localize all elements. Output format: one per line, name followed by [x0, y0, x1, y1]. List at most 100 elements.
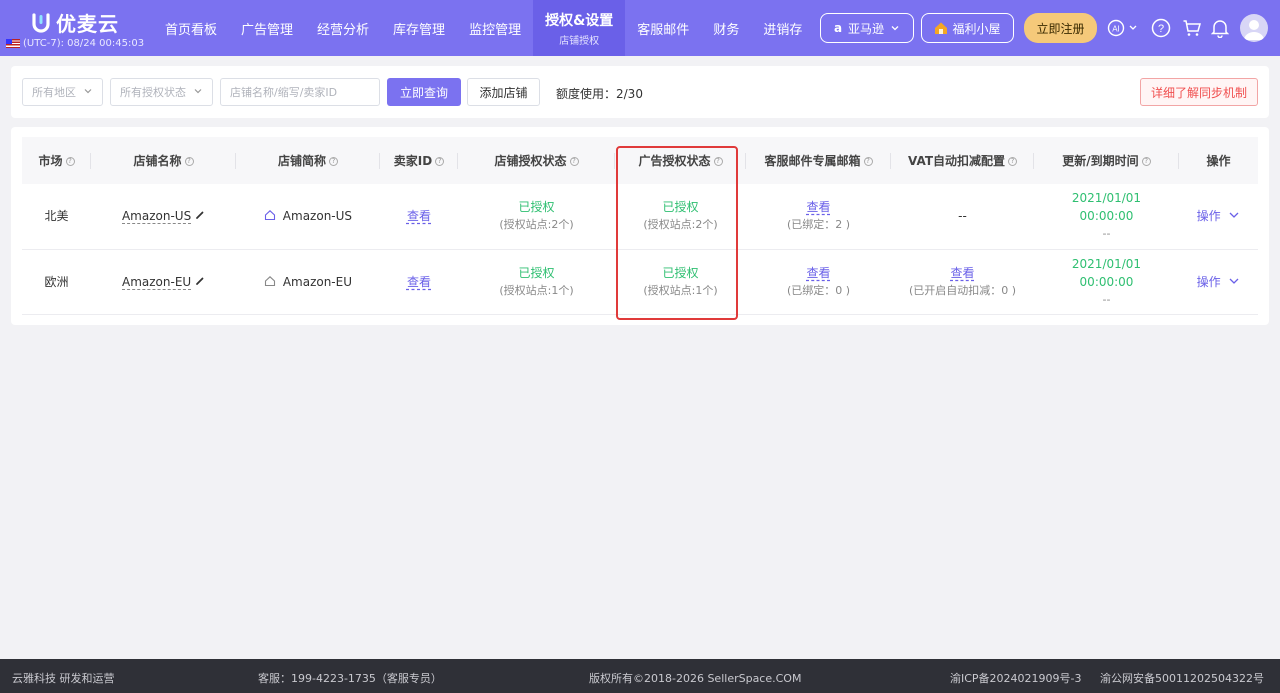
- update-time-cell: 2021/01/01 00:00:00 --: [1034, 249, 1179, 315]
- register-button[interactable]: 立即注册: [1024, 13, 1097, 43]
- column-header: 更新/到期时间?: [1034, 137, 1179, 184]
- help-icon[interactable]: ?: [435, 157, 445, 166]
- footer-icp-link[interactable]: 渝ICP备2024021909号-3: [950, 670, 1082, 686]
- nav-item-ads[interactable]: 广告管理: [229, 0, 305, 56]
- user-avatar[interactable]: [1240, 14, 1268, 42]
- view-seller-id-link[interactable]: 查看: [407, 275, 431, 289]
- column-header: 广告授权状态?: [615, 137, 746, 184]
- welfare-button[interactable]: 福利小屋: [921, 13, 1014, 43]
- column-header-label: 市场: [38, 154, 63, 168]
- region-select[interactable]: 所有地区: [22, 78, 103, 106]
- update-date: 2021/01/01: [1071, 191, 1142, 206]
- chevron-down-icon: [1229, 278, 1239, 284]
- query-button[interactable]: 立即查询: [387, 78, 461, 106]
- help-icon[interactable]: ?: [713, 157, 723, 166]
- column-header: 操作: [1179, 137, 1258, 184]
- action-dropdown[interactable]: 操作: [1197, 275, 1241, 289]
- column-header-label: 客服邮件专属邮箱: [764, 154, 861, 168]
- short-name: Amazon-EU: [282, 274, 353, 289]
- nav-item-finance[interactable]: 财务: [701, 0, 751, 56]
- expire-time: --: [1102, 292, 1111, 306]
- chevron-down-icon: [891, 26, 899, 31]
- mail-cell: 查看 (已绑定：2 ): [746, 184, 891, 250]
- nav-item-mail[interactable]: 客服邮件: [625, 0, 701, 56]
- help-icon[interactable]: ?: [569, 157, 579, 166]
- short-name-cell: Amazon-US: [236, 184, 380, 250]
- help-icon[interactable]: ?: [863, 157, 873, 166]
- platform-label: 亚马逊: [848, 21, 885, 36]
- help-icon[interactable]: ?: [329, 157, 338, 166]
- nav-item-inventory[interactable]: 库存管理: [381, 0, 457, 56]
- mail-bound-count: (已绑定：2 ): [786, 218, 851, 232]
- footer-service: 客服：199-4223-1735（客服专员）: [258, 672, 442, 685]
- platform-select[interactable]: a 亚马逊: [820, 13, 914, 43]
- action-cell: 操作: [1179, 249, 1258, 315]
- mail-cell: 查看 (已绑定：0 ): [746, 249, 891, 315]
- expire-time: --: [1102, 227, 1111, 241]
- main-nav: 首页看板 广告管理 经营分析 库存管理 监控管理 授权&设置 店铺授权 客服邮件…: [153, 0, 814, 56]
- page-footer: 云雅科技 研发和运营 客服：199-4223-1735（客服专员） 版权所有©2…: [0, 659, 1280, 693]
- short-name-cell: Amazon-EU: [236, 249, 380, 315]
- nav-item-dashboard[interactable]: 首页看板: [153, 0, 229, 56]
- help-icon[interactable]: ?: [65, 157, 75, 166]
- edit-icon[interactable]: [195, 276, 205, 286]
- user-icon: [1244, 20, 1264, 40]
- footer-copyright: 版权所有©2018-2026 SellerSpace.COM: [589, 672, 802, 685]
- auth-status-select[interactable]: 所有授权状态: [110, 78, 213, 106]
- view-mail-link[interactable]: 查看: [806, 200, 830, 214]
- nav-item-erp[interactable]: 进销存: [751, 0, 814, 56]
- store-name-cell: Amazon-EU: [91, 249, 236, 315]
- column-header: 客服邮件专属邮箱?: [746, 137, 891, 184]
- help-icon[interactable]: ?: [1008, 157, 1017, 166]
- update-time-cell: 2021/01/01 00:00:00 --: [1034, 184, 1179, 250]
- store-auth-sites: (授权站点:2个): [499, 218, 574, 232]
- help-icon[interactable]: ?: [1141, 157, 1151, 166]
- logo-icon: [32, 12, 50, 33]
- edit-icon[interactable]: [195, 210, 205, 220]
- help-icon[interactable]: ?: [184, 157, 194, 166]
- seller-id-cell: 查看: [380, 184, 458, 250]
- view-mail-link[interactable]: 查看: [806, 266, 830, 280]
- bell-icon[interactable]: [1208, 16, 1232, 40]
- help-icon[interactable]: ?: [1149, 16, 1173, 40]
- nav-sublabel: 店铺授权: [559, 35, 600, 47]
- nav-label: 客服邮件: [637, 22, 690, 38]
- update-time: 00:00:00: [1079, 274, 1134, 289]
- nav-item-auth-settings[interactable]: 授权&设置 店铺授权: [533, 0, 626, 56]
- store-search-input[interactable]: 店铺名称/缩写/卖家ID: [220, 78, 380, 106]
- nav-item-analysis[interactable]: 经营分析: [305, 0, 381, 56]
- ad-auth-cell: 已授权 (授权站点:1个): [615, 249, 746, 315]
- ad-auth-sites: (授权站点:1个): [643, 283, 718, 297]
- brand-logo[interactable]: 优麦云: [30, 8, 119, 37]
- ad-auth-sites: (授权站点:2个): [643, 218, 718, 232]
- action-dropdown[interactable]: 操作: [1197, 209, 1241, 223]
- nav-label: 授权&设置: [545, 12, 614, 29]
- chevron-down-icon: [84, 89, 92, 94]
- ai-assistant-icon[interactable]: AI: [1105, 16, 1141, 40]
- cart-icon[interactable]: [1180, 16, 1204, 40]
- store-name: Amazon-EU: [121, 274, 192, 290]
- footer-security-link[interactable]: 渝公网安备50011202504322号: [1100, 670, 1264, 686]
- nav-item-monitor[interactable]: 监控管理: [457, 0, 533, 56]
- store-name-cell: Amazon-US: [91, 184, 236, 250]
- market-cell: 北美: [22, 184, 91, 250]
- column-header: 市场?: [22, 137, 91, 184]
- ad-auth-status: 已授权: [662, 200, 699, 215]
- chevron-down-icon: [194, 89, 202, 94]
- market-cell: 欧洲: [22, 249, 91, 315]
- store-auth-status: 已授权: [518, 265, 555, 280]
- add-store-button[interactable]: 添加店铺: [467, 78, 540, 106]
- view-vat-link[interactable]: 查看: [950, 266, 974, 280]
- column-header-label: 店铺授权状态: [494, 154, 567, 168]
- view-seller-id-link[interactable]: 查看: [407, 209, 431, 223]
- ad-auth-status: 已授权: [662, 265, 699, 280]
- store-name: Amazon-US: [121, 209, 192, 225]
- column-header: 卖家ID?: [380, 137, 458, 184]
- sync-mechanism-button[interactable]: 详细了解同步机制: [1140, 78, 1258, 106]
- svg-text:AI: AI: [1112, 25, 1120, 34]
- column-header-label: VAT自动扣减配置: [907, 154, 1005, 168]
- nav-label: 首页看板: [165, 22, 218, 38]
- region-placeholder: 所有地区: [32, 86, 76, 99]
- query-label: 立即查询: [399, 85, 448, 100]
- update-date: 2021/01/01: [1071, 256, 1142, 271]
